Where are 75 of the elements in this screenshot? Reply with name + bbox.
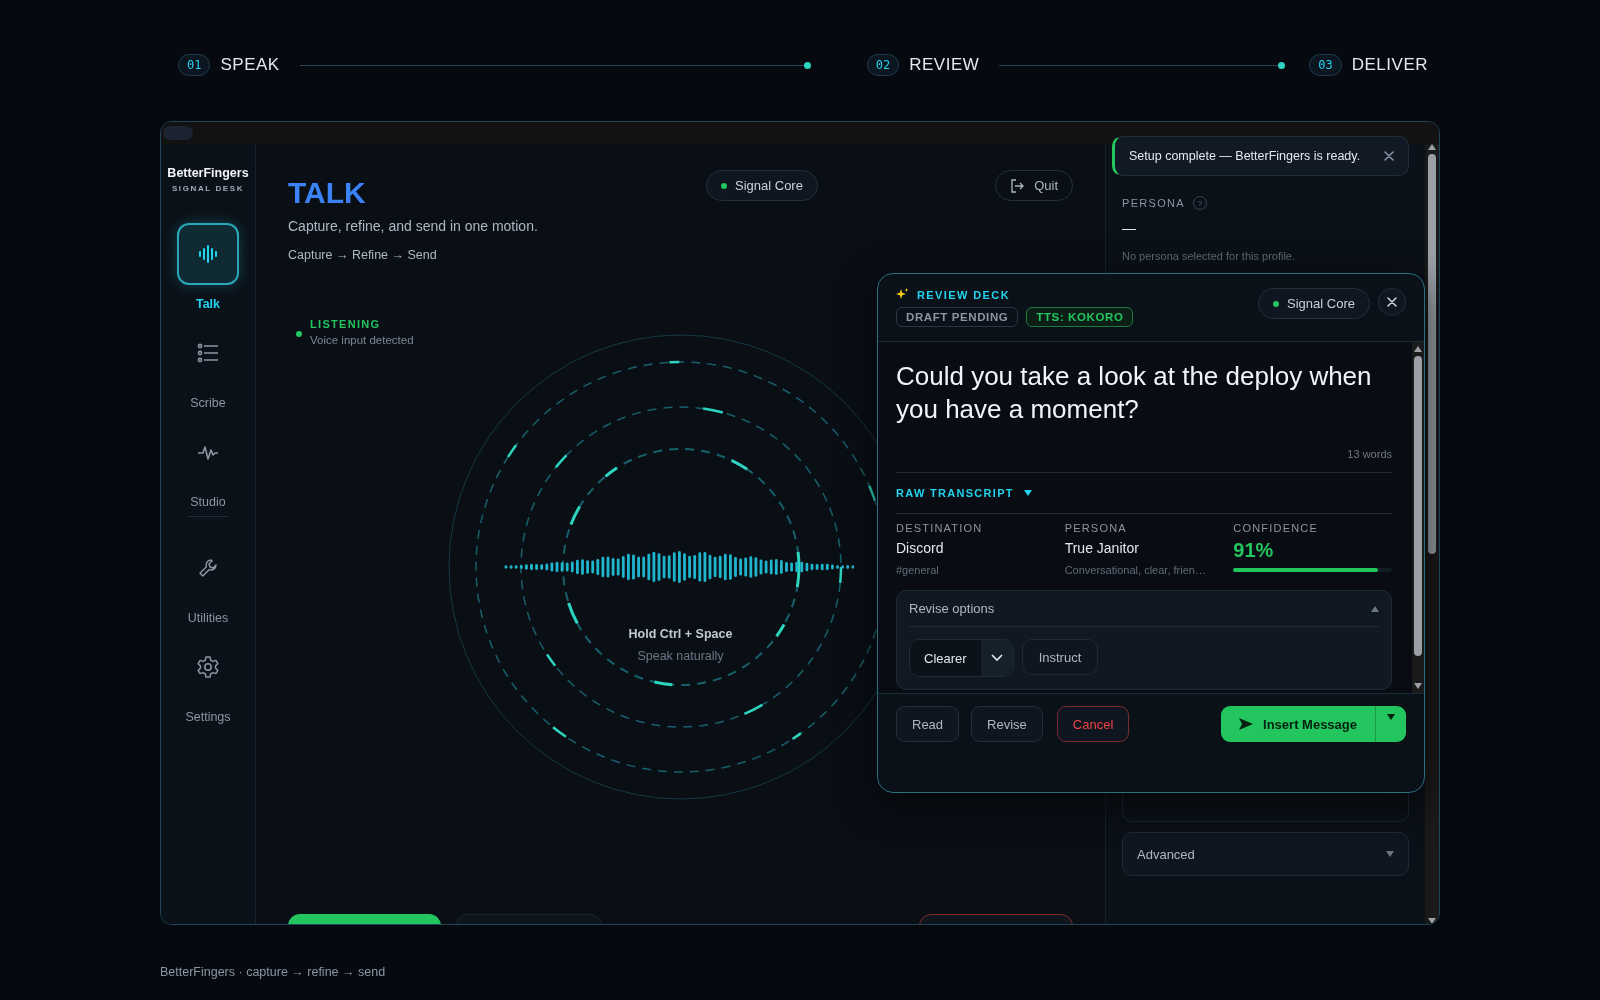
step-number: 03 xyxy=(1309,54,1342,76)
confidence-value: 91% xyxy=(1233,539,1275,562)
caret-icon xyxy=(1371,605,1379,612)
listening-label: LISTENING xyxy=(310,318,382,330)
chevron-icon xyxy=(990,654,1003,662)
revise-title: Revise options xyxy=(909,601,995,616)
close-button[interactable] xyxy=(1378,288,1406,316)
action-button[interactable]: Read xyxy=(896,706,960,742)
listening-dot xyxy=(296,331,302,337)
flow-text: Capture → Refine → Send xyxy=(288,248,438,262)
status-dot xyxy=(721,182,727,189)
titlebar-pill xyxy=(163,126,193,140)
meta-detail: #general xyxy=(896,564,940,576)
meta-value: Discord xyxy=(896,540,945,556)
status-pill: Signal Core xyxy=(1258,288,1370,319)
step-dot xyxy=(1278,61,1286,69)
list-icon xyxy=(197,343,219,363)
pulse-icon xyxy=(197,443,219,461)
gear-icon xyxy=(196,655,220,679)
insert-message-button[interactable]: Insert Message xyxy=(1221,706,1406,742)
step-label: SPEAK xyxy=(220,55,280,75)
nav-item[interactable]: Settings xyxy=(168,636,248,735)
scroll-down-icon xyxy=(1428,918,1436,924)
exit-icon xyxy=(1010,178,1025,193)
nav-item[interactable]: Utilities xyxy=(168,537,248,636)
meta-value: True Janitor xyxy=(1064,540,1140,556)
close-icon xyxy=(1387,297,1397,307)
step-label: DELIVER xyxy=(1351,55,1428,75)
page-title: TALK xyxy=(288,176,367,210)
send-icon xyxy=(1239,718,1254,730)
action-button[interactable]: Cancel xyxy=(1056,706,1130,742)
transcript-toggle[interactable]: RAW TRANSCRIPT xyxy=(896,473,1392,514)
nav-item[interactable]: Scribe xyxy=(168,322,248,421)
sound-wave-icon xyxy=(197,243,219,265)
persona-value: — xyxy=(1122,220,1137,236)
advanced-dropdown[interactable]: Advanced xyxy=(1122,832,1409,876)
caret-icon xyxy=(1387,714,1395,720)
brand-name: BetterFingers xyxy=(167,166,249,180)
caret-icon xyxy=(1023,490,1032,496)
toast-message: Setup complete — BetterFingers is ready. xyxy=(1129,149,1361,163)
footer-text: BetterFingers · capture → refine → send xyxy=(160,965,387,979)
style-dropdown[interactable]: Clearer xyxy=(909,639,1014,677)
message-text: Could you take a look at the deploy when you have a moment? xyxy=(896,360,1373,426)
status-badge: TTS: KOKORO xyxy=(1026,307,1134,327)
scroll-thumb[interactable] xyxy=(1428,154,1436,554)
page-subtitle: Capture, refine, and send in one motion. xyxy=(288,218,539,234)
close-icon[interactable] xyxy=(1384,151,1394,161)
nav-item[interactable]: Talk xyxy=(168,223,248,322)
word-count: 13 words xyxy=(1347,448,1392,460)
step-dot xyxy=(803,61,811,69)
step-number: 02 xyxy=(866,54,900,76)
speak-hint: Speak naturally xyxy=(636,649,725,663)
step-number: 01 xyxy=(178,54,211,76)
wrench-icon xyxy=(198,558,218,578)
deck-title: REVIEW DECK xyxy=(917,288,1011,301)
nav-item[interactable]: Studio xyxy=(168,421,248,520)
meta-label: DESTINATION xyxy=(896,522,984,534)
caret-icon xyxy=(1386,851,1394,857)
step-label: REVIEW xyxy=(909,55,980,75)
persona-label: PERSONA xyxy=(1122,197,1185,209)
brand-subtitle: SIGNAL DESK xyxy=(171,184,245,193)
scroll-thumb[interactable] xyxy=(1414,356,1422,656)
status-pill: Signal Core xyxy=(706,170,818,201)
action-button[interactable]: Revise xyxy=(971,706,1043,742)
meta-detail: Conversational, clear, frien… xyxy=(1064,564,1207,576)
instruct-button[interactable]: Instruct xyxy=(1021,639,1099,675)
status-dot xyxy=(1273,300,1280,307)
status-badge: DRAFT PENDING xyxy=(896,307,1019,327)
meta-label: CONFIDENCE xyxy=(1233,522,1320,534)
shortcut-hint: Hold Ctrl + Space xyxy=(627,627,734,641)
scroll-up-icon xyxy=(1414,346,1422,352)
persona-note: No persona selected for this profile. xyxy=(1122,250,1297,262)
listening-detail: Voice input detected xyxy=(310,334,414,346)
meta-label: PERSONA xyxy=(1064,522,1128,534)
scroll-down-icon xyxy=(1414,683,1422,689)
